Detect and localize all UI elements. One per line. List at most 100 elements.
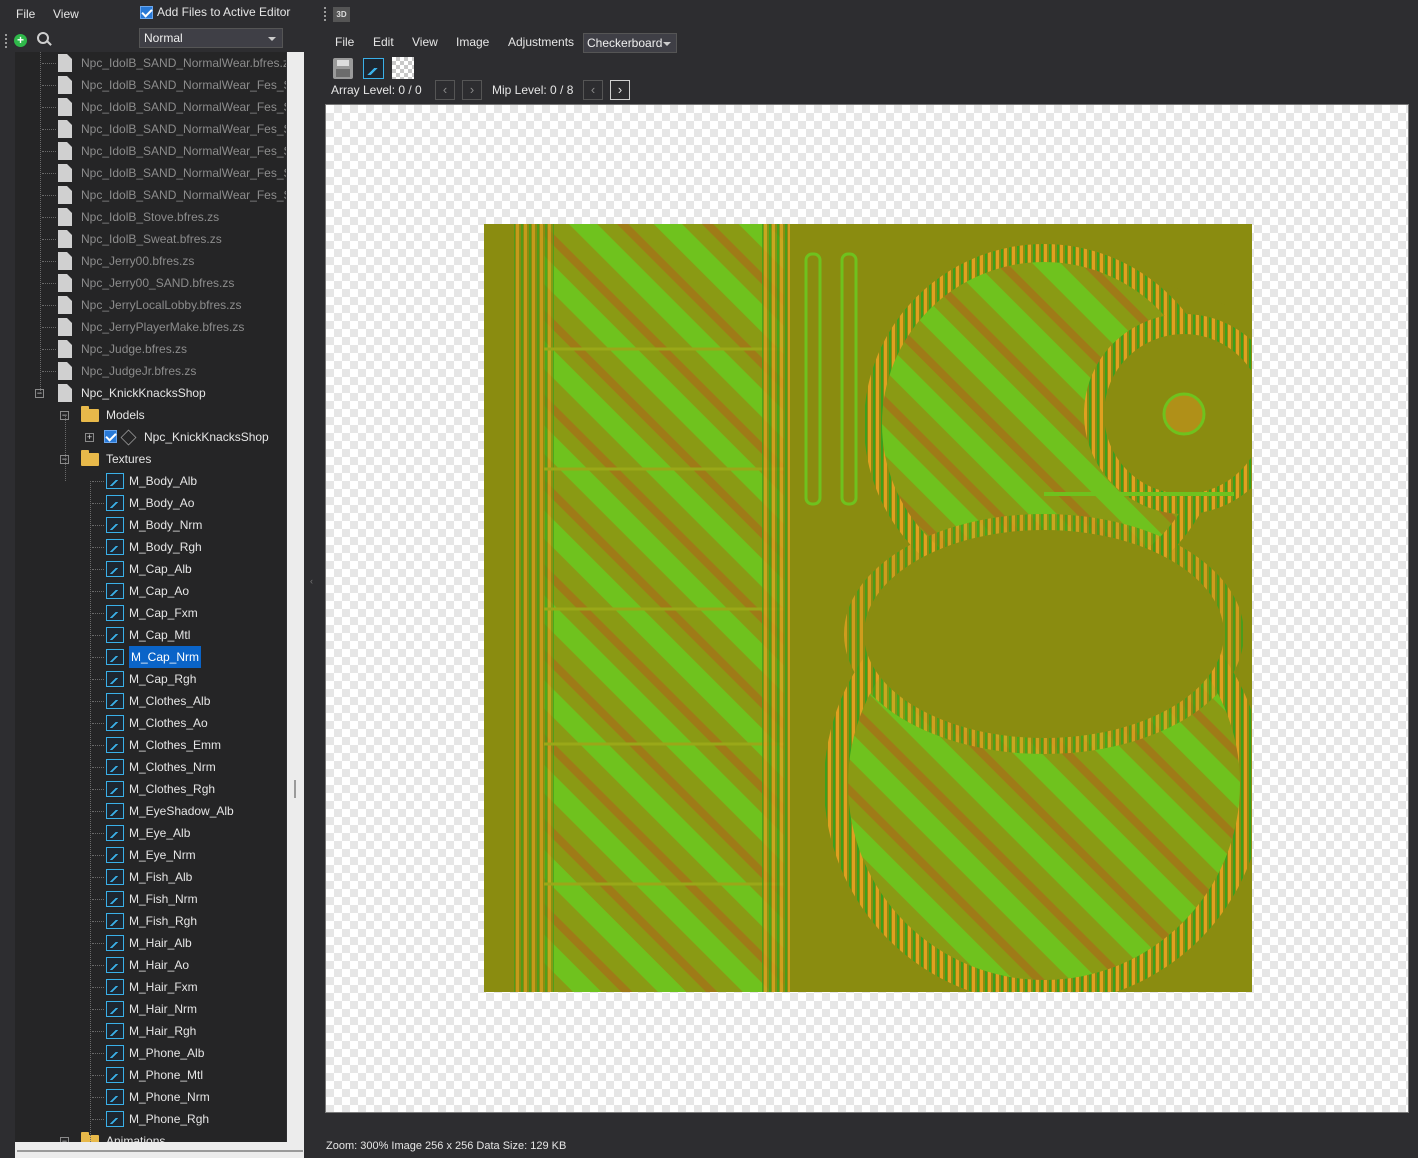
- tree-item-open-file[interactable]: − Npc_KnickKnacksShop: [15, 382, 286, 404]
- tree-item-texture[interactable]: M_Cap_Nrm: [15, 646, 286, 668]
- tree-item-file[interactable]: Npc_Jerry00_SAND.bfres.zs: [15, 272, 286, 294]
- tree-item-file[interactable]: Npc_JerryLocalLobby.bfres.zs: [15, 294, 286, 316]
- menu-view[interactable]: View: [53, 7, 79, 21]
- tree-item-texture[interactable]: M_Cap_Alb: [15, 558, 286, 580]
- tree-item-model[interactable]: + Npc_KnickKnacksShop: [15, 426, 286, 448]
- tree-item-texture[interactable]: M_Body_Nrm: [15, 514, 286, 536]
- tree-item-texture[interactable]: M_Fish_Nrm: [15, 888, 286, 910]
- tree-item-textures-folder[interactable]: − Textures: [15, 448, 286, 470]
- edit-image-icon[interactable]: [363, 58, 384, 79]
- tree-connector: [90, 481, 91, 1142]
- tree-item-texture[interactable]: M_Hair_Rgh: [15, 1020, 286, 1042]
- tree-item-label: Npc_KnickKnacksShop: [81, 386, 206, 400]
- tree-item-texture[interactable]: M_Cap_Fxm: [15, 602, 286, 624]
- array-prev-button[interactable]: ‹: [435, 80, 455, 100]
- background-select[interactable]: Checkerboard: [583, 33, 677, 53]
- mip-next-button[interactable]: ›: [610, 80, 630, 100]
- chevron-right-icon: ›: [617, 82, 623, 97]
- tree-item-file[interactable]: Npc_Jerry00.bfres.zs: [15, 250, 286, 272]
- image-icon: [106, 693, 124, 709]
- file-tree[interactable]: Npc_IdolB_SAND_NormalWear.bfres.zs Npc_Id…: [15, 52, 286, 1142]
- tree-item-file[interactable]: Npc_IdolB_SAND_NormalWear.bfres.zs: [15, 52, 286, 74]
- collapse-arrow-icon[interactable]: ‹: [310, 576, 313, 586]
- array-next-button[interactable]: ›: [462, 80, 482, 100]
- tree-item-texture[interactable]: M_Phone_Mtl: [15, 1064, 286, 1086]
- tree-item-texture[interactable]: M_Cap_Ao: [15, 580, 286, 602]
- tree-vertical-scrollbar[interactable]: [287, 52, 304, 1142]
- toolbar-grip-icon[interactable]: [324, 7, 326, 21]
- tree-item-texture[interactable]: M_Hair_Ao: [15, 954, 286, 976]
- editor-menu-image[interactable]: Image: [456, 35, 489, 49]
- tree-item-texture[interactable]: M_Phone_Alb: [15, 1042, 286, 1064]
- tree-item-texture[interactable]: M_Fish_Rgh: [15, 910, 286, 932]
- 3d-view-button[interactable]: 3D: [333, 7, 350, 22]
- tree-item-file[interactable]: Npc_IdolB_Stove.bfres.zs: [15, 206, 286, 228]
- tree-item-file[interactable]: Npc_JudgeJr.bfres.zs: [15, 360, 286, 382]
- tree-item-texture[interactable]: M_Body_Rgh: [15, 536, 286, 558]
- editor-menu-file[interactable]: File: [335, 35, 354, 49]
- view-mode-select[interactable]: Normal: [139, 28, 283, 48]
- toolbar-grip-icon[interactable]: [5, 34, 7, 48]
- tree-item-file[interactable]: Npc_IdolB_SAND_NormalWear_Fes_Sand: [15, 96, 286, 118]
- checkerboard-icon[interactable]: [392, 57, 414, 79]
- tree-item-animations-folder[interactable]: − Animations: [15, 1130, 286, 1142]
- image-icon: [106, 473, 124, 489]
- tree-item-models-folder[interactable]: − Models: [15, 404, 286, 426]
- tree-item-label: M_Hair_Ao: [129, 958, 190, 972]
- tree-item-texture[interactable]: M_Clothes_Ao: [15, 712, 286, 734]
- tree-connector: [92, 877, 104, 878]
- tree-connector: [92, 1097, 104, 1098]
- mip-prev-button[interactable]: ‹: [583, 80, 603, 100]
- tree-item-label: M_Body_Nrm: [129, 518, 203, 532]
- tree-item-texture[interactable]: M_Clothes_Rgh: [15, 778, 286, 800]
- tree-item-texture[interactable]: M_Phone_Nrm: [15, 1086, 286, 1108]
- tree-item-texture[interactable]: M_Cap_Rgh: [15, 668, 286, 690]
- panel-splitter-handle[interactable]: [294, 780, 296, 798]
- tree-horizontal-scrollbar[interactable]: [15, 1142, 304, 1158]
- file-icon: [58, 318, 72, 336]
- editor-menu-adjustments[interactable]: Adjustments: [508, 35, 574, 49]
- tree-item-file[interactable]: Npc_IdolB_SAND_NormalWear_Fes_Sand: [15, 118, 286, 140]
- tree-item-texture[interactable]: M_Body_Ao: [15, 492, 286, 514]
- add-files-to-editor-checkbox[interactable]: Add Files to Active Editor: [140, 5, 290, 19]
- menu-file[interactable]: File: [16, 7, 35, 21]
- tree-item-texture[interactable]: M_Hair_Nrm: [15, 998, 286, 1020]
- tree-item-file[interactable]: Npc_IdolB_Sweat.bfres.zs: [15, 228, 286, 250]
- tree-connector: [42, 217, 56, 218]
- save-icon[interactable]: [333, 58, 353, 79]
- search-icon[interactable]: [37, 32, 51, 46]
- expand-icon[interactable]: +: [85, 433, 94, 442]
- texture-disc: [864, 530, 1224, 738]
- scrollbar-thumb[interactable]: [17, 1150, 303, 1152]
- tree-item-texture[interactable]: M_Cap_Mtl: [15, 624, 286, 646]
- tree-item-texture[interactable]: M_Body_Alb: [15, 470, 286, 492]
- model-visible-checkbox[interactable]: [104, 430, 117, 443]
- tree-item-texture[interactable]: M_Phone_Rgh: [15, 1108, 286, 1130]
- tree-item-file[interactable]: Npc_IdolB_SAND_NormalWear_Fes_Sand: [15, 140, 286, 162]
- tree-item-label: Npc_IdolB_SAND_NormalWear_Fes_Sand: [81, 122, 286, 136]
- image-icon: [106, 1023, 124, 1039]
- tree-item-texture[interactable]: M_Hair_Fxm: [15, 976, 286, 998]
- tree-item-texture[interactable]: M_Eye_Alb: [15, 822, 286, 844]
- tree-item-texture[interactable]: M_Clothes_Nrm: [15, 756, 286, 778]
- tree-item-texture[interactable]: M_Fish_Alb: [15, 866, 286, 888]
- tree-connector: [92, 613, 104, 614]
- tree-item-texture[interactable]: M_Clothes_Emm: [15, 734, 286, 756]
- tree-item-texture[interactable]: M_Clothes_Alb: [15, 690, 286, 712]
- tree-item-file[interactable]: Npc_IdolB_SAND_NormalWear_Fes_Sand: [15, 162, 286, 184]
- tree-item-texture[interactable]: M_EyeShadow_Alb: [15, 800, 286, 822]
- tree-item-file[interactable]: Npc_IdolB_SAND_NormalWear_Fes_Sand: [15, 74, 286, 96]
- image-icon: [106, 825, 124, 841]
- plus-circle-icon[interactable]: +: [14, 34, 27, 47]
- image-viewport[interactable]: [325, 104, 1409, 1113]
- tree-connector: [92, 899, 104, 900]
- tree-item-file[interactable]: Npc_Judge.bfres.zs: [15, 338, 286, 360]
- editor-menu-edit[interactable]: Edit: [373, 35, 394, 49]
- image-icon: [106, 1111, 124, 1127]
- tree-item-file[interactable]: Npc_JerryPlayerMake.bfres.zs: [15, 316, 286, 338]
- checkbox-checked-icon[interactable]: [140, 5, 153, 19]
- tree-item-file[interactable]: Npc_IdolB_SAND_NormalWear_Fes_Sand: [15, 184, 286, 206]
- tree-item-texture[interactable]: M_Eye_Nrm: [15, 844, 286, 866]
- tree-item-texture[interactable]: M_Hair_Alb: [15, 932, 286, 954]
- editor-menu-view[interactable]: View: [412, 35, 438, 49]
